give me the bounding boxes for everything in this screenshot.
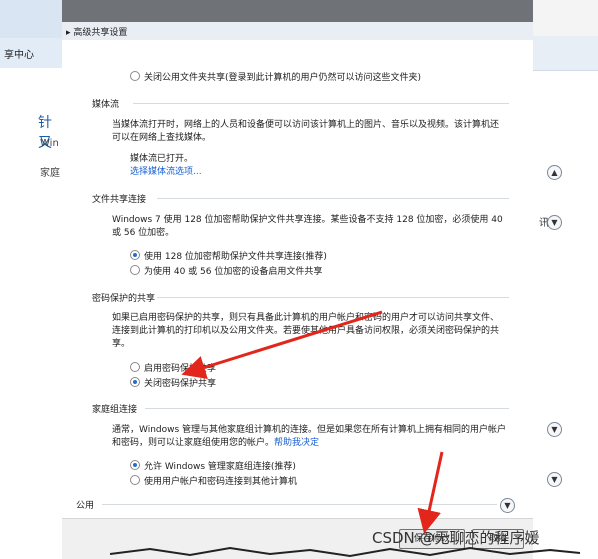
annotation-arrows: [181, 310, 444, 534]
red-arrow-to-password-off: [181, 310, 383, 379]
watermark: CSDN @无聊恋的程序媛: [372, 529, 540, 547]
red-arrow-to-save-button: [417, 451, 444, 534]
